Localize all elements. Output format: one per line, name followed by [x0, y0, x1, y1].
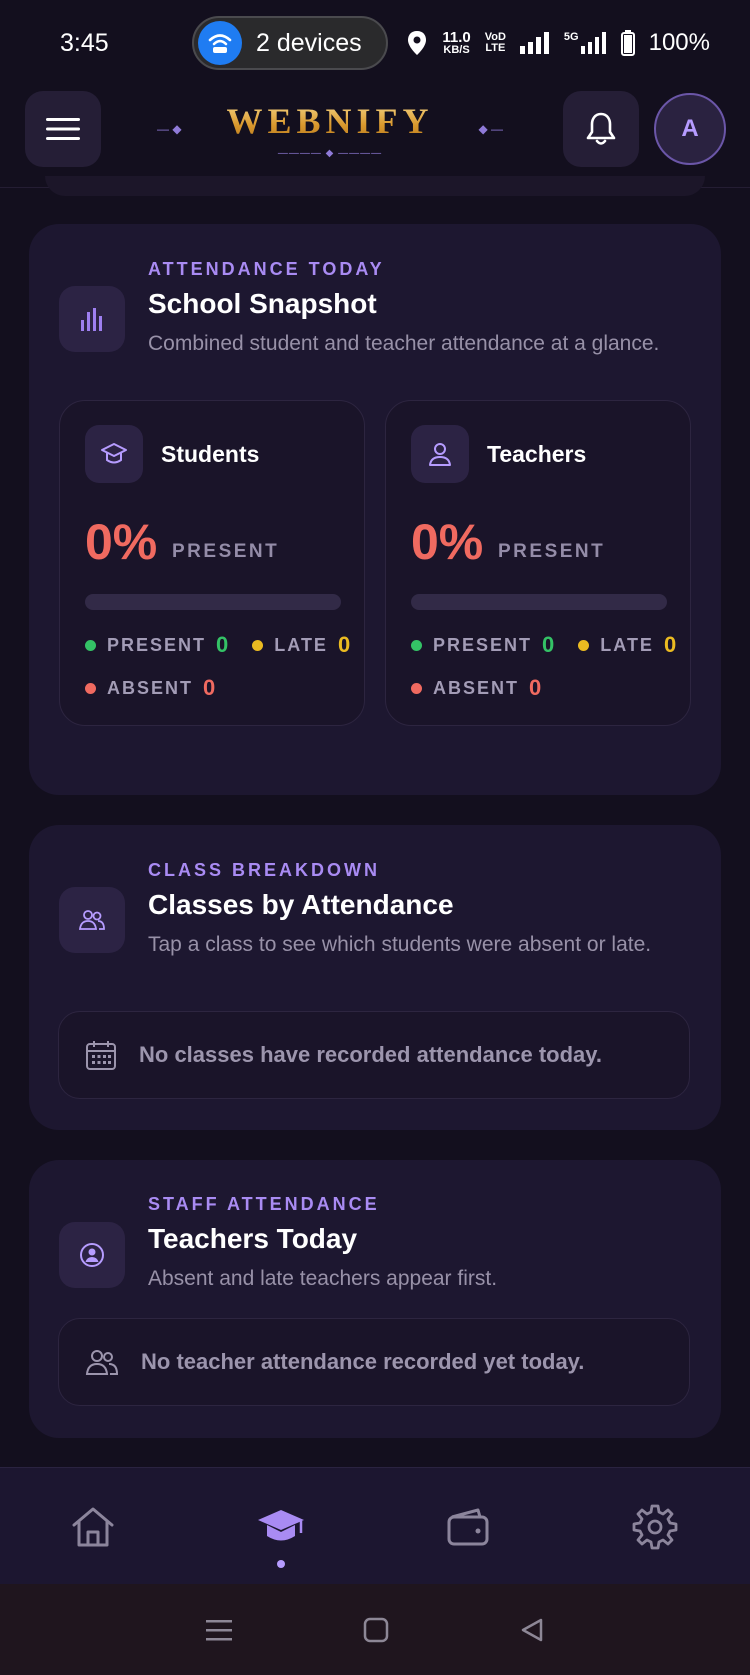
- bar-chart-icon: [59, 286, 125, 352]
- volte-indicator: VoD LTE: [484, 31, 506, 54]
- teachers-percent: 0%: [411, 514, 484, 570]
- attendance-eyebrow: ATTENDANCE TODAY: [148, 259, 385, 279]
- users-icon: [59, 887, 125, 953]
- attendance-card: ATTENDANCE TODAY School Snapshot Combine…: [29, 224, 721, 795]
- teachers-legend-row-2: ABSENT 0: [411, 675, 541, 701]
- hotspot-pill[interactable]: 2 devices: [192, 16, 388, 70]
- signal-icon: [519, 32, 549, 54]
- students-stat-card[interactable]: Students 0% PRESENT PRESENT 0 LATE 0 ABS…: [59, 400, 365, 726]
- staff-card: STAFF ATTENDANCE Teachers Today Absent a…: [29, 1160, 721, 1438]
- user-icon: [411, 425, 469, 483]
- brand-ornament-right: ◆ —: [478, 122, 503, 136]
- status-bar: 3:45 2 devices 11.0 KB/S VoD LTE 5G 100%: [0, 0, 750, 86]
- system-nav-bar: [0, 1584, 750, 1675]
- teachers-stat-card[interactable]: Teachers 0% PRESENT PRESENT 0 LATE 0 ABS…: [385, 400, 691, 726]
- nav-home[interactable]: [38, 1468, 148, 1585]
- notifications-button[interactable]: [563, 91, 639, 167]
- users-icon: [85, 1350, 119, 1375]
- students-present-count: 0: [216, 632, 229, 657]
- teachers-legend-row-1: PRESENT 0 LATE 0: [411, 632, 676, 658]
- staff-title: Teachers Today: [148, 1223, 358, 1254]
- students-legend-row-1: PRESENT 0 LATE 0: [85, 632, 350, 658]
- teachers-present-caption: PRESENT: [498, 541, 606, 562]
- app-header: — ◆ WEBNIFY ◆ — ———— ◆ ———— A: [0, 86, 750, 188]
- staff-empty-text: No teacher attendance recorded yet today…: [141, 1349, 585, 1374]
- brand-logo[interactable]: — ◆ WEBNIFY ◆ — ———— ◆ ————: [155, 100, 505, 159]
- attendance-title: School Snapshot: [148, 288, 377, 319]
- classes-subtitle: Tap a class to see which students were a…: [148, 933, 652, 956]
- classes-title: Classes by Attendance: [148, 889, 454, 920]
- bell-icon: [586, 112, 616, 145]
- status-indicators: 11.0 KB/S VoD LTE 5G 100%: [406, 29, 710, 57]
- teachers-absent-count: 0: [529, 675, 542, 700]
- avatar[interactable]: A: [654, 93, 726, 165]
- nav-wallet[interactable]: [413, 1468, 523, 1585]
- students-progress-bar: [85, 594, 341, 610]
- staff-eyebrow: STAFF ATTENDANCE: [148, 1194, 380, 1214]
- signal-5g-icon: [580, 32, 606, 54]
- brand-underline: ———— ◆ ————: [277, 148, 383, 159]
- wallet-icon: [447, 1508, 489, 1545]
- teachers-progress-bar: [411, 594, 667, 610]
- students-late-count: 0: [337, 632, 351, 657]
- bottom-nav: [0, 1467, 750, 1584]
- nav-academics[interactable]: [226, 1468, 336, 1585]
- menu-button[interactable]: [25, 91, 101, 167]
- students-present-caption: PRESENT: [172, 541, 280, 562]
- graduation-cap-icon: [85, 425, 143, 483]
- classes-eyebrow: CLASS BREAKDOWN: [148, 860, 380, 880]
- status-time: 3:45: [60, 28, 109, 57]
- hotspot-icon: [198, 21, 242, 65]
- classes-empty-text: No classes have recorded attendance toda…: [139, 1042, 602, 1067]
- hotspot-label: 2 devices: [256, 28, 362, 57]
- back-icon[interactable]: [519, 1617, 545, 1643]
- battery-icon: [620, 30, 635, 56]
- students-label: Students: [161, 441, 260, 467]
- brand-ornament-left: — ◆: [157, 122, 182, 136]
- location-icon: [408, 31, 427, 55]
- calendar-icon: [86, 1041, 116, 1070]
- teachers-late-count: 0: [663, 632, 677, 657]
- students-percent: 0%: [85, 514, 158, 570]
- teachers-label: Teachers: [487, 441, 587, 467]
- nav-active-indicator: [277, 1560, 285, 1568]
- menu-icon: [46, 118, 80, 140]
- brand-name: WEBNIFY: [226, 101, 434, 141]
- staff-subtitle: Absent and late teachers appear first.: [148, 1267, 498, 1290]
- battery-level: 100%: [648, 29, 710, 56]
- nav-settings[interactable]: [600, 1468, 710, 1585]
- graduation-cap-icon: [258, 1509, 304, 1540]
- students-absent-count: 0: [203, 675, 216, 700]
- staff-empty-state: No teacher attendance recorded yet today…: [58, 1318, 690, 1406]
- students-legend-row-2: ABSENT 0: [85, 675, 215, 701]
- recents-icon[interactable]: [205, 1618, 233, 1642]
- signal-5g: 5G: [564, 32, 607, 54]
- teachers-present-count: 0: [542, 632, 555, 657]
- gear-icon: [632, 1504, 678, 1549]
- user-circle-icon: [59, 1222, 125, 1288]
- net-speed: 11.0 KB/S: [442, 29, 471, 56]
- home-square-icon[interactable]: [363, 1617, 389, 1643]
- previous-card-edge: [45, 176, 705, 196]
- classes-empty-state: No classes have recorded attendance toda…: [58, 1011, 690, 1099]
- home-icon: [72, 1507, 114, 1546]
- attendance-subtitle: Combined student and teacher attendance …: [148, 332, 660, 355]
- classes-card: CLASS BREAKDOWN Classes by Attendance Ta…: [29, 825, 721, 1130]
